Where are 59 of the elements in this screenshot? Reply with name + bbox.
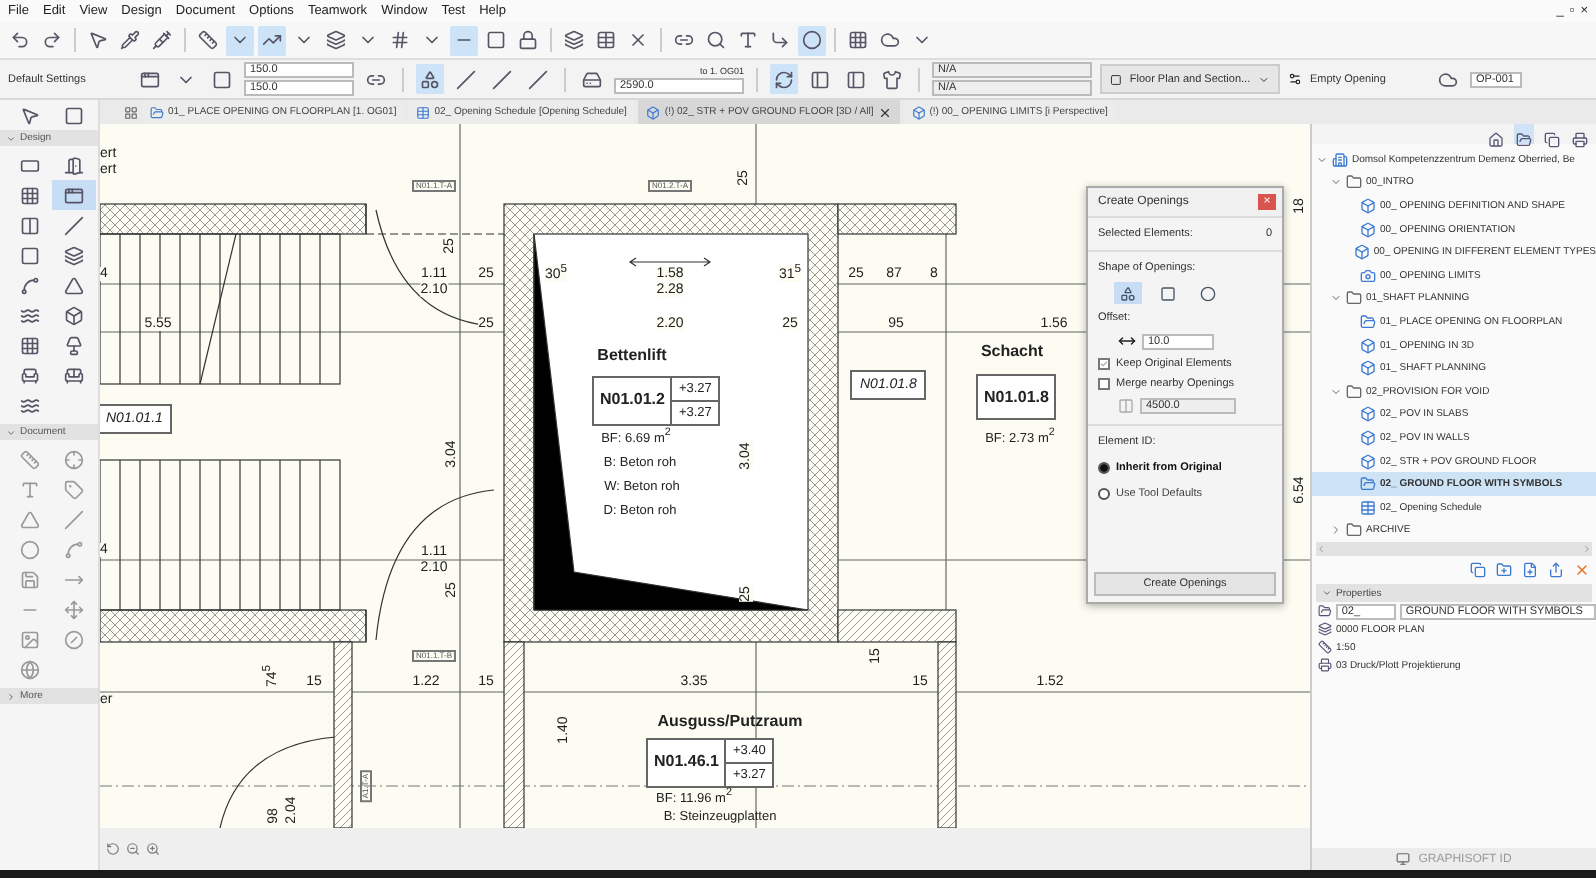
cube-icon [1353,244,1370,261]
lock-icon[interactable] [514,25,542,55]
cube-icon [1360,197,1376,214]
zone-id: N01.01.2 [598,388,667,412]
square-icon [1110,73,1122,85]
new-view-icon[interactable] [1522,562,1538,579]
circle-icon[interactable] [798,25,826,55]
cube-icon [1360,453,1376,470]
cube-icon [1360,221,1376,238]
monitor-icon [1396,852,1411,866]
cube-icon [1360,360,1376,377]
ruler-icon[interactable] [194,25,222,55]
window-icon[interactable] [52,180,96,210]
zoom-out-icon[interactable] [126,842,140,856]
cube-icon [1360,429,1376,446]
folder-icon [1346,383,1362,400]
room-name: Bettenlift [597,348,667,364]
folder-icon [1346,522,1362,539]
plan-icon [1318,604,1332,619]
clone-icon[interactable] [1470,562,1486,579]
folder-icon [1346,174,1362,191]
cube-icon [1360,337,1376,354]
close-icon[interactable] [877,105,892,119]
chevron-down-icon [6,427,16,437]
chevron-down-icon [1322,588,1332,599]
building-icon [1332,151,1348,168]
syringe-icon[interactable] [148,25,176,55]
caret-icon[interactable] [226,25,254,55]
plan-icon [1360,313,1376,330]
layer-icon [1318,622,1332,637]
chevron-down-icon [6,133,16,143]
folder-icon[interactable] [1514,124,1534,144]
caret-icon [1258,73,1270,85]
chevron-right-icon [6,691,16,701]
tab-list-icon[interactable] [124,105,138,119]
room-name: Schacht [980,344,1044,360]
cube-icon [1360,406,1376,423]
zoom-in-icon[interactable] [146,842,160,856]
offset-icon [1118,332,1136,350]
plan-icon [150,105,164,119]
check-icon [1100,358,1108,370]
cube-icon [911,105,926,119]
layers-icon[interactable] [322,25,350,55]
camera-icon [1360,267,1376,284]
table-icon [416,105,431,119]
folder-icon [1346,290,1362,307]
cube-icon [646,105,661,119]
printer-icon [1318,658,1332,673]
rotate-icon[interactable] [106,842,120,856]
zone-id: N01.01.8 [982,386,1051,410]
zone-id: N01.46.1 [652,750,721,774]
table-icon [1360,499,1376,516]
plan-icon [1360,476,1376,493]
layers-icon[interactable] [560,25,588,55]
scale-icon [1318,640,1332,655]
export-icon[interactable] [1548,562,1564,579]
delete-icon[interactable] [1574,562,1590,579]
room-name: Ausguss/Putzraum [657,714,803,730]
new-folder-icon[interactable] [1496,562,1512,579]
